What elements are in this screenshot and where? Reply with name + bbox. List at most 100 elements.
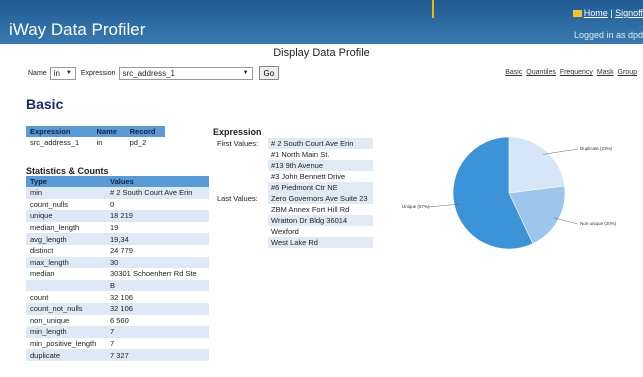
view-link-frequency[interactable]: Frequency	[560, 69, 593, 76]
pie-slice	[508, 136, 565, 194]
list-item: Wexford	[213, 226, 373, 237]
stat-type-cell: min_length	[26, 326, 106, 338]
column-header: Record	[125, 126, 165, 137]
table-row: min_length 7	[26, 326, 209, 338]
name-select[interactable]: in ▼	[49, 66, 76, 80]
table-row: avg_length 19,34	[26, 233, 209, 245]
table-row: src_address_1 in pd_2	[26, 137, 165, 149]
stat-type-cell: min	[26, 187, 106, 199]
value-text: #6 Piedmont Ctr NE	[268, 182, 373, 193]
list-item: Last Values: Zero Governors Ave Suite 23	[213, 193, 373, 204]
profile-toolbar: Name in ▼ Expression src_address_1 ▼ Go	[28, 65, 280, 81]
stat-type-cell	[26, 279, 106, 292]
pie-leader-line	[427, 204, 459, 208]
stat-value-cell: 32 106	[106, 291, 209, 303]
value-text: #13 9th Avenue	[268, 160, 373, 171]
stat-value-cell: 19,34	[106, 233, 209, 245]
view-link-mask[interactable]: Mask	[597, 69, 614, 76]
stat-value-cell: 7	[106, 337, 209, 350]
page-heading: Display Data Profile	[273, 47, 370, 59]
value-group-label: First Values:	[217, 139, 259, 148]
view-links: Basic Quantiles Frequency Mask Group	[503, 69, 637, 76]
stats-body: min # 2 South Court Ave Erin count_nulls 0 u…	[26, 187, 209, 361]
home-link[interactable]: Home	[584, 8, 608, 18]
stat-type-cell: max_length	[26, 256, 106, 269]
stat-value-cell: 18 219	[106, 210, 209, 222]
expression-select-value: src_address_1	[122, 68, 175, 78]
pie-svg	[427, 136, 579, 250]
stats-title: Statistics & Counts	[26, 166, 109, 176]
table-row: unique 18 219	[26, 210, 209, 222]
expression-table: Expression Name Record src_address_1 in …	[26, 126, 165, 149]
list-item: Wratton Dr Bldg 36014	[213, 215, 373, 226]
value-text: Wexford	[271, 227, 299, 236]
link-separator: |	[610, 8, 613, 18]
stat-value-cell: 6 560	[106, 314, 209, 327]
table-row: count 32 106	[26, 291, 209, 303]
stat-value-cell: 7	[106, 326, 209, 338]
table-cell: in	[92, 137, 126, 149]
table-row: count_not_nulls 32 106	[26, 302, 209, 315]
list-item: #1 North Main St.	[213, 149, 373, 160]
stat-value-cell: 7 327	[106, 349, 209, 361]
view-link-quantiles[interactable]: Quantiles	[526, 69, 556, 76]
value-text: # 2 South Court Ave Erin	[268, 138, 373, 149]
value-text: ZBM Annex Fort Hill Rd	[271, 205, 350, 214]
value-text: #3 John Bennett Drive	[271, 172, 346, 181]
chevron-down-icon: ▼	[242, 70, 249, 76]
stat-value-cell: B	[106, 279, 209, 292]
expression-values-list: First Values: # 2 South Court Ave Erin #1 …	[213, 138, 373, 248]
stat-value-cell: 19	[106, 221, 209, 234]
column-header: Name	[92, 126, 126, 137]
value-group-label: Last Values:	[217, 194, 258, 203]
table-row: duplicate 7 327	[26, 349, 209, 361]
value-text: Wratton Dr Bldg 36014	[268, 215, 373, 226]
header-accent	[432, 0, 434, 18]
stats-table: Type Values min # 2 South Court Ave Erin c…	[26, 176, 209, 361]
pie-slice-label: Non unique (20%)	[580, 221, 617, 226]
pie-slice-label: Duplicate (23%)	[580, 146, 613, 151]
expression-label: Expression	[80, 69, 116, 77]
stat-value-cell: 0	[106, 198, 209, 211]
expression-panel-title: Expression	[213, 127, 262, 137]
column-header: Type	[26, 176, 106, 187]
table-header-row: Type Values	[26, 176, 209, 187]
stat-type-cell: distinct	[26, 244, 106, 257]
stat-type-cell: unique	[26, 210, 106, 222]
distribution-pie-chart: Duplicate (23%) Non unique (20%) Unique (5…	[398, 135, 643, 255]
stat-type-cell: duplicate	[26, 349, 106, 361]
column-header: Expression	[26, 126, 93, 137]
list-item: First Values: # 2 South Court Ave Erin	[213, 138, 373, 149]
table-row: max_length 30	[26, 256, 209, 269]
list-item: #13 9th Avenue	[213, 160, 373, 171]
table-row: non_unique 6 560	[26, 314, 209, 327]
table-cell: src_address_1	[26, 137, 93, 149]
list-item: ZBM Annex Fort Hill Rd	[213, 204, 373, 215]
list-item: West Lake Rd	[213, 237, 373, 248]
view-link-group[interactable]: Group	[618, 69, 637, 76]
signoff-link[interactable]: Signoff	[615, 8, 643, 18]
table-row: count_nulls 0	[26, 198, 209, 211]
stat-type-cell: median_length	[26, 221, 106, 234]
table-row: min_positive_length 7	[26, 337, 209, 350]
stat-type-cell: min_positive_length	[26, 337, 106, 350]
name-label: Name	[28, 69, 47, 77]
view-link-basic[interactable]: Basic	[505, 69, 522, 76]
table-row: B	[26, 279, 209, 292]
table-cell: pd_2	[125, 137, 165, 149]
stat-value-cell: 32 106	[106, 302, 209, 315]
home-icon	[572, 10, 582, 17]
stat-value-cell: 30301 Schoenherr Rd Ste	[106, 268, 209, 280]
value-text: #1 North Main St.	[271, 150, 330, 159]
pie-slice-label: Unique (57%)	[402, 204, 430, 209]
pie-leader-line	[543, 148, 579, 155]
column-header: Values	[106, 176, 209, 187]
stat-value-cell: 30	[106, 256, 209, 269]
table-row: median_length 19	[26, 221, 209, 234]
go-button[interactable]: Go	[258, 66, 280, 80]
stat-type-cell: median	[26, 268, 106, 280]
app-title: iWay Data Profiler	[9, 20, 146, 39]
expression-select[interactable]: src_address_1 ▼	[118, 66, 253, 80]
table-row: distinct 24 779	[26, 244, 209, 257]
stat-type-cell: non_unique	[26, 314, 106, 327]
